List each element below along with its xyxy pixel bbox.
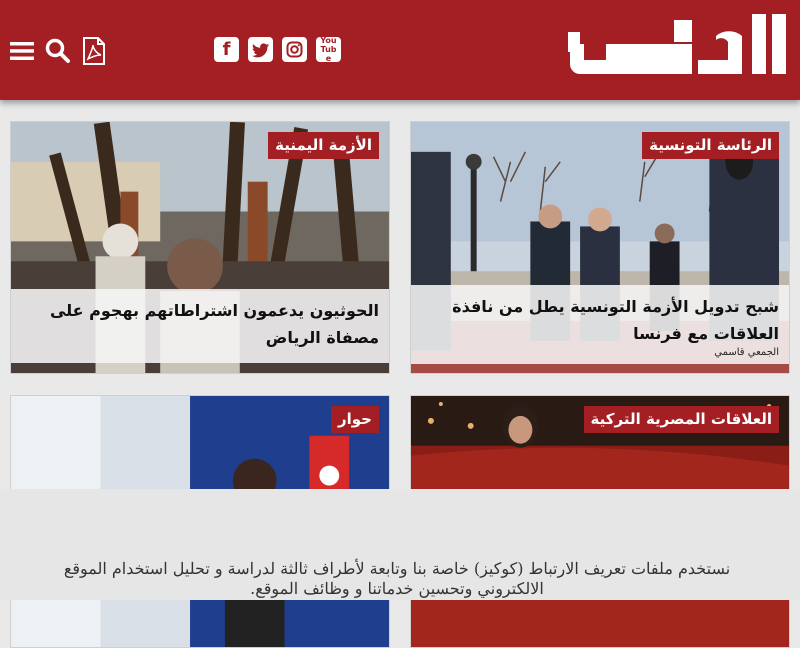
site-header: f You Tube xyxy=(0,0,800,100)
facebook-icon[interactable]: f xyxy=(214,37,239,62)
social-links: f You Tube xyxy=(214,36,350,63)
article-title[interactable]: الحوثيون يدعمون اشتراطاتهم بهجوم على مصف… xyxy=(21,297,379,351)
article-tag[interactable]: العلاقات المصرية التركية xyxy=(583,406,779,433)
youtube-icon[interactable]: You Tube xyxy=(316,36,341,63)
youtube-label: You Tube xyxy=(320,36,337,63)
twitter-icon[interactable] xyxy=(248,37,273,62)
article-card-yemen[interactable]: الأزمة اليمنية الحوثيون يدعمون اشتراطاته… xyxy=(10,121,390,374)
article-card-tunisia[interactable]: الرئاسة التونسية شبح تدويل الأزمة التونس… xyxy=(410,121,790,374)
article-title[interactable]: شبح تدويل الأزمة التونسية يطل من نافذة ا… xyxy=(421,293,779,347)
site-logo[interactable] xyxy=(566,10,792,86)
cookie-notice-text: نستخدم ملفات تعريف الارتباط (كوكيز) خاصة… xyxy=(63,559,731,598)
article-tag[interactable]: حوار xyxy=(331,406,379,433)
article-caption: شبح تدويل الأزمة التونسية يطل من نافذة ا… xyxy=(411,285,789,364)
search-icon[interactable] xyxy=(44,37,72,65)
pdf-icon[interactable] xyxy=(80,37,108,65)
article-caption: الحوثيون يدعمون اشتراطاتهم بهجوم على مصف… xyxy=(11,289,389,363)
header-tools xyxy=(8,36,116,66)
instagram-icon[interactable] xyxy=(282,37,307,62)
article-author[interactable]: الجمعي قاسمي xyxy=(421,347,779,359)
article-tag[interactable]: الرئاسة التونسية xyxy=(642,132,779,159)
menu-icon[interactable] xyxy=(8,37,36,65)
cookie-banner: نستخدم ملفات تعريف الارتباط (كوكيز) خاصة… xyxy=(0,489,800,600)
article-tag[interactable]: الأزمة اليمنية xyxy=(268,132,379,159)
